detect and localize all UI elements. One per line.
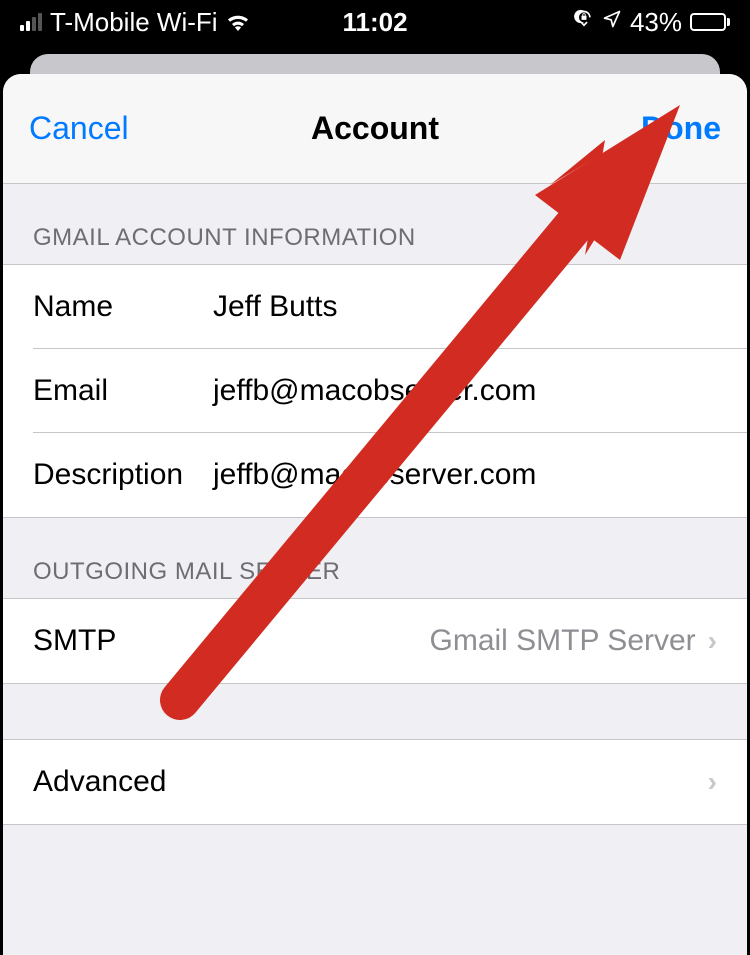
battery-icon (690, 13, 730, 31)
page-title: Account (311, 110, 439, 147)
location-icon (602, 9, 622, 35)
chevron-right-icon: › (708, 766, 717, 798)
name-row[interactable]: Name Jeff Butts (3, 265, 747, 349)
email-label: Email (33, 374, 213, 408)
description-label: Description (33, 458, 213, 492)
account-sheet: Cancel Account Done GMAIL ACCOUNT INFORM… (3, 74, 747, 955)
section-header-outgoing: OUTGOING MAIL SERVER (3, 518, 747, 598)
smtp-row[interactable]: SMTP Gmail SMTP Server › (3, 599, 747, 683)
description-value: jeffb@macobserver.com (213, 458, 717, 492)
name-value: Jeff Butts (213, 290, 717, 324)
status-time: 11:02 (342, 7, 407, 38)
cellular-signal-icon (20, 13, 42, 31)
advanced-row[interactable]: Advanced › (3, 740, 747, 824)
status-bar: T-Mobile Wi-Fi 11:02 43% (0, 0, 750, 44)
battery-percent: 43% (630, 7, 682, 38)
advanced-list: Advanced › (3, 739, 747, 825)
account-info-list: Name Jeff Butts Email jeffb@macobserver.… (3, 264, 747, 518)
description-row[interactable]: Description jeffb@macobserver.com (3, 433, 747, 517)
carrier-label: T-Mobile Wi-Fi (50, 7, 218, 38)
navigation-bar: Cancel Account Done (3, 74, 747, 184)
wifi-icon (226, 7, 250, 38)
name-label: Name (33, 290, 213, 324)
email-value: jeffb@macobserver.com (213, 374, 717, 408)
cancel-button[interactable]: Cancel (29, 110, 129, 147)
chevron-right-icon: › (708, 625, 717, 657)
smtp-label: SMTP (33, 624, 116, 658)
done-button[interactable]: Done (641, 110, 721, 147)
section-header-account-info: GMAIL ACCOUNT INFORMATION (3, 184, 747, 264)
smtp-value: Gmail SMTP Server (430, 624, 696, 658)
email-row[interactable]: Email jeffb@macobserver.com (3, 349, 747, 433)
outgoing-list: SMTP Gmail SMTP Server › (3, 598, 747, 684)
advanced-label: Advanced (33, 765, 166, 799)
orientation-lock-icon (574, 9, 594, 35)
